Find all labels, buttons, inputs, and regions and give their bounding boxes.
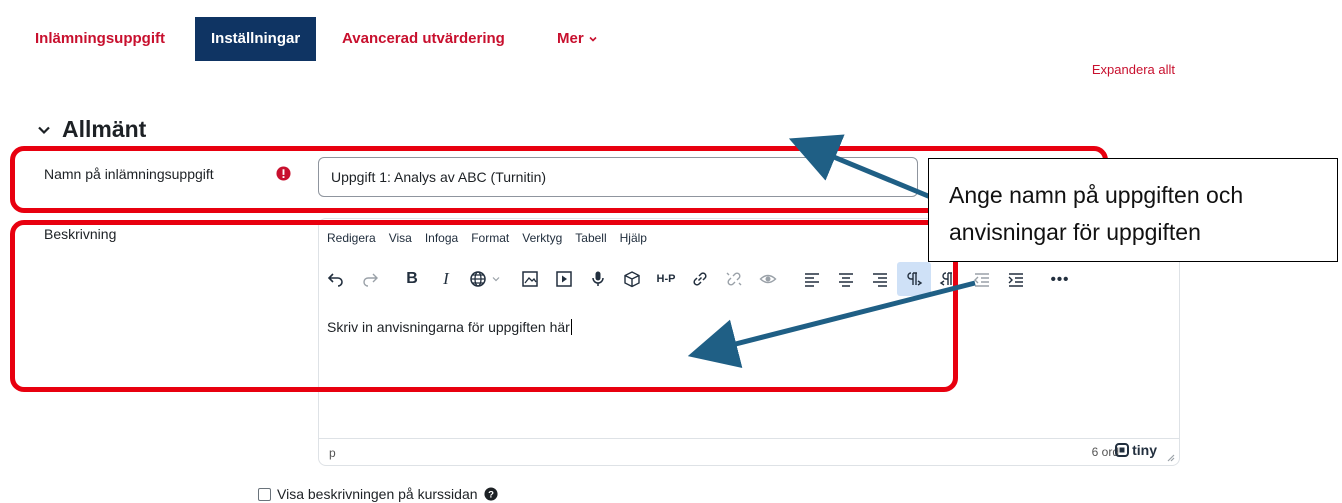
annotation-line-1: Ange namn på uppgiften och	[949, 182, 1244, 208]
arrow-to-description	[687, 280, 976, 369]
annotation-line-2: anvisningar för uppgiften	[949, 219, 1201, 245]
annotation-callout: Ange namn på uppgiften och anvisningar f…	[928, 158, 1338, 262]
arrow-to-name-field	[788, 134, 946, 206]
